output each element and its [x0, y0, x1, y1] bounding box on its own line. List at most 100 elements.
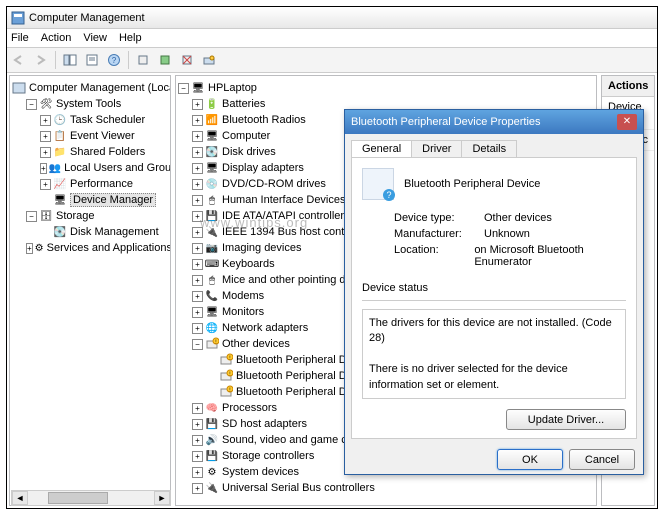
- expand-icon[interactable]: +: [192, 435, 203, 446]
- category-icon: 📞: [205, 289, 219, 303]
- expand-icon[interactable]: +: [40, 147, 51, 158]
- menubar: File Action View Help: [7, 29, 657, 47]
- warning-device-icon: !: [219, 369, 233, 383]
- window-titlebar: Computer Management: [7, 7, 657, 29]
- services-apps[interactable]: +⚙Services and Applications: [12, 240, 168, 256]
- menu-action[interactable]: Action: [41, 32, 72, 44]
- horizontal-scrollbar[interactable]: ◄ ►: [11, 490, 171, 506]
- update-driver-button[interactable]: [155, 50, 175, 70]
- expand-icon[interactable]: +: [192, 115, 203, 126]
- category-icon: 💾: [205, 417, 219, 431]
- cancel-button[interactable]: Cancel: [569, 449, 635, 470]
- expand-icon[interactable]: +: [192, 419, 203, 430]
- ok-button[interactable]: OK: [497, 449, 563, 470]
- expand-icon[interactable]: +: [192, 243, 203, 254]
- scan-button[interactable]: [133, 50, 153, 70]
- expand-icon[interactable]: +: [192, 467, 203, 478]
- help-button[interactable]: ?: [104, 50, 124, 70]
- expand-icon[interactable]: +: [40, 115, 51, 126]
- tab-details[interactable]: Details: [461, 140, 517, 157]
- category-icon: 🖱: [205, 273, 219, 287]
- category-icon: 📶: [205, 113, 219, 127]
- expand-icon[interactable]: +: [192, 451, 203, 462]
- category-icon: 🖥: [205, 129, 219, 143]
- expand-icon[interactable]: +: [192, 195, 203, 206]
- local-users[interactable]: +👥Local Users and Groups: [12, 160, 168, 176]
- expand-icon[interactable]: +: [40, 131, 51, 142]
- scroll-right-arrow[interactable]: ►: [154, 491, 170, 505]
- manufacturer-label: Manufacturer:: [394, 228, 484, 240]
- device-status-label: Device status: [362, 282, 626, 294]
- folder-icon: 📁: [53, 145, 67, 159]
- tree-root[interactable]: Computer Management (Local: [12, 80, 168, 96]
- category-icon: 💿: [205, 177, 219, 191]
- close-icon[interactable]: ✕: [617, 114, 637, 130]
- actions-header: Actions: [602, 76, 654, 97]
- properties-button[interactable]: [82, 50, 102, 70]
- disk-icon: 💽: [53, 225, 67, 239]
- mmc-icon: [12, 81, 26, 95]
- expand-icon[interactable]: +: [26, 243, 33, 254]
- expand-icon[interactable]: +: [192, 163, 203, 174]
- collapse-icon[interactable]: −: [26, 211, 37, 222]
- collapse-icon[interactable]: −: [26, 99, 37, 110]
- toolbar: ?: [7, 47, 657, 73]
- device-status-box[interactable]: The drivers for this device are not inst…: [362, 309, 626, 399]
- expand-icon[interactable]: +: [192, 323, 203, 334]
- tab-driver[interactable]: Driver: [411, 140, 462, 157]
- collapse-icon[interactable]: −: [192, 339, 203, 350]
- category-icon: ⌨: [205, 257, 219, 271]
- expand-icon[interactable]: +: [192, 179, 203, 190]
- device-category[interactable]: +🔌Universal Serial Bus controllers: [178, 480, 594, 496]
- svg-text:!: !: [229, 372, 230, 378]
- expand-icon[interactable]: +: [192, 99, 203, 110]
- left-tree-panel: Computer Management (Local −🛠System Tool…: [9, 75, 171, 506]
- computer-root[interactable]: −🖥HPLaptop: [178, 80, 594, 96]
- device-type-label: Device type:: [394, 212, 484, 224]
- storage[interactable]: −🗄Storage: [12, 208, 168, 224]
- expand-icon[interactable]: +: [192, 211, 203, 222]
- menu-file[interactable]: File: [11, 32, 29, 44]
- shared-folders[interactable]: +📁Shared Folders: [12, 144, 168, 160]
- collapse-icon[interactable]: −: [178, 83, 189, 94]
- location-label: Location:: [394, 244, 474, 268]
- expand-icon[interactable]: +: [192, 131, 203, 142]
- performance[interactable]: +📈Performance: [12, 176, 168, 192]
- expand-icon[interactable]: +: [192, 275, 203, 286]
- expand-icon[interactable]: +: [40, 163, 47, 174]
- system-tools[interactable]: −🛠System Tools: [12, 96, 168, 112]
- tab-general[interactable]: General: [351, 140, 412, 157]
- expand-icon[interactable]: +: [192, 291, 203, 302]
- svg-text:!: !: [229, 356, 230, 362]
- scroll-left-arrow[interactable]: ◄: [12, 491, 28, 505]
- category-icon: 💾: [205, 449, 219, 463]
- expand-icon[interactable]: +: [192, 403, 203, 414]
- expand-icon[interactable]: +: [192, 483, 203, 494]
- expand-icon[interactable]: +: [192, 259, 203, 270]
- warning-device-icon: !: [219, 353, 233, 367]
- expand-icon[interactable]: +: [192, 227, 203, 238]
- svg-text:!: !: [215, 340, 216, 346]
- storage-icon: 🗄: [39, 209, 53, 223]
- warning-device-icon: !: [219, 385, 233, 399]
- show-hide-tree-button[interactable]: [60, 50, 80, 70]
- back-button: [9, 50, 29, 70]
- category-icon: 📷: [205, 241, 219, 255]
- category-icon: 🖱: [205, 193, 219, 207]
- device-manager[interactable]: 🖥Device Manager: [12, 192, 168, 208]
- menu-view[interactable]: View: [83, 32, 107, 44]
- event-viewer[interactable]: +📋Event Viewer: [12, 128, 168, 144]
- scroll-thumb[interactable]: [48, 492, 108, 504]
- scan-hardware-button[interactable]: [199, 50, 219, 70]
- task-scheduler[interactable]: +🕒Task Scheduler: [12, 112, 168, 128]
- expand-icon[interactable]: +: [40, 179, 51, 190]
- dialog-titlebar[interactable]: Bluetooth Peripheral Device Properties ✕: [345, 110, 643, 134]
- uninstall-button[interactable]: [177, 50, 197, 70]
- disk-management[interactable]: 💽Disk Management: [12, 224, 168, 240]
- menu-help[interactable]: Help: [119, 32, 142, 44]
- update-driver-button[interactable]: Update Driver...: [506, 409, 626, 430]
- expand-icon[interactable]: +: [192, 147, 203, 158]
- event-icon: 📋: [53, 129, 67, 143]
- expand-icon[interactable]: +: [192, 307, 203, 318]
- svg-text:?: ?: [112, 56, 117, 65]
